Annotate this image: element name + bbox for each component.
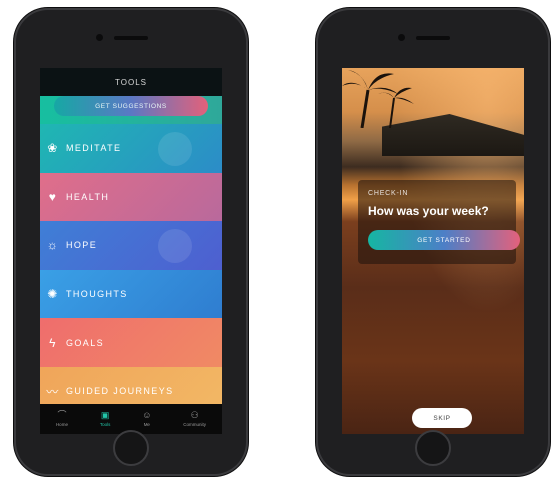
heart-icon: ♥ <box>48 189 58 204</box>
tile-label-meditate: MEDITATE <box>66 143 122 154</box>
lightbulb-icon: ✺ <box>47 287 59 302</box>
tab-community[interactable]: ⚇ Community <box>183 410 207 428</box>
person-icon: ☺ <box>142 410 152 420</box>
tile-label-thoughts: THOUGHTS <box>66 289 128 300</box>
home-button[interactable] <box>113 430 149 466</box>
get-suggestions-button[interactable]: GET SUGGESTIONS <box>54 96 208 116</box>
tile-label-hope: HOPE <box>66 240 98 251</box>
front-camera <box>398 34 405 41</box>
tile-hope[interactable]: ☼ HOPE <box>40 221 222 270</box>
tab-label-tools: Tools <box>99 422 111 427</box>
tile-goals[interactable]: ϟ GOALS <box>40 318 222 367</box>
front-camera <box>96 34 103 41</box>
tile-label-goals: GOALS <box>66 337 105 348</box>
sun-icon: ☼ <box>46 238 60 253</box>
home-icon: ⌒ <box>57 410 67 420</box>
tab-label-me: Me <box>143 422 150 427</box>
lightning-icon: ϟ <box>49 335 57 350</box>
tab-label-community: Community <box>183 422 207 427</box>
page-title: TOOLS <box>40 68 222 96</box>
checkin-label: CHECK-IN <box>368 190 409 197</box>
earpiece-speaker <box>416 36 450 40</box>
phone-left: TOOLS GET SUGGESTIONS ❀ MEDITATE ♥ HEALT… <box>14 8 248 476</box>
phone-right: CHECK-IN How was your week? GET STARTED … <box>316 8 550 476</box>
checkin-card: CHECK-IN How was your week? GET STARTED <box>358 180 520 264</box>
tab-me[interactable]: ☺ Me <box>142 410 152 428</box>
lotus-icon: ❀ <box>47 141 59 156</box>
earpiece-speaker <box>114 36 148 40</box>
suggestions-bar: GET SUGGESTIONS <box>40 96 222 124</box>
moon-decoration <box>158 229 192 264</box>
checkin-title: How was your week? <box>368 204 489 218</box>
tile-label-health: HEALTH <box>66 191 110 202</box>
checkin-screen: CHECK-IN How was your week? GET STARTED … <box>342 68 524 434</box>
tile-meditate[interactable]: ❀ MEDITATE <box>40 124 222 173</box>
path-icon: 〰 <box>46 384 60 399</box>
meditating-figure-decoration <box>158 132 192 166</box>
tools-screen: TOOLS GET SUGGESTIONS ❀ MEDITATE ♥ HEALT… <box>40 68 222 434</box>
tile-health[interactable]: ♥ HEALTH <box>40 172 222 222</box>
home-button[interactable] <box>415 430 451 466</box>
palm-tree-silhouette <box>342 70 414 128</box>
tile-label-guided-journeys: GUIDED JOURNEYS <box>66 386 174 397</box>
tab-home[interactable]: ⌒ Home <box>55 410 68 428</box>
community-icon: ⚇ <box>190 410 199 420</box>
tile-thoughts[interactable]: ✺ THOUGHTS <box>40 269 222 319</box>
briefcase-icon: ▣ <box>100 410 110 420</box>
get-started-button[interactable]: GET STARTED <box>368 230 520 250</box>
tab-label-home: Home <box>55 422 68 427</box>
tab-tools[interactable]: ▣ Tools <box>99 410 111 428</box>
skip-button[interactable]: SKIP <box>412 408 472 428</box>
